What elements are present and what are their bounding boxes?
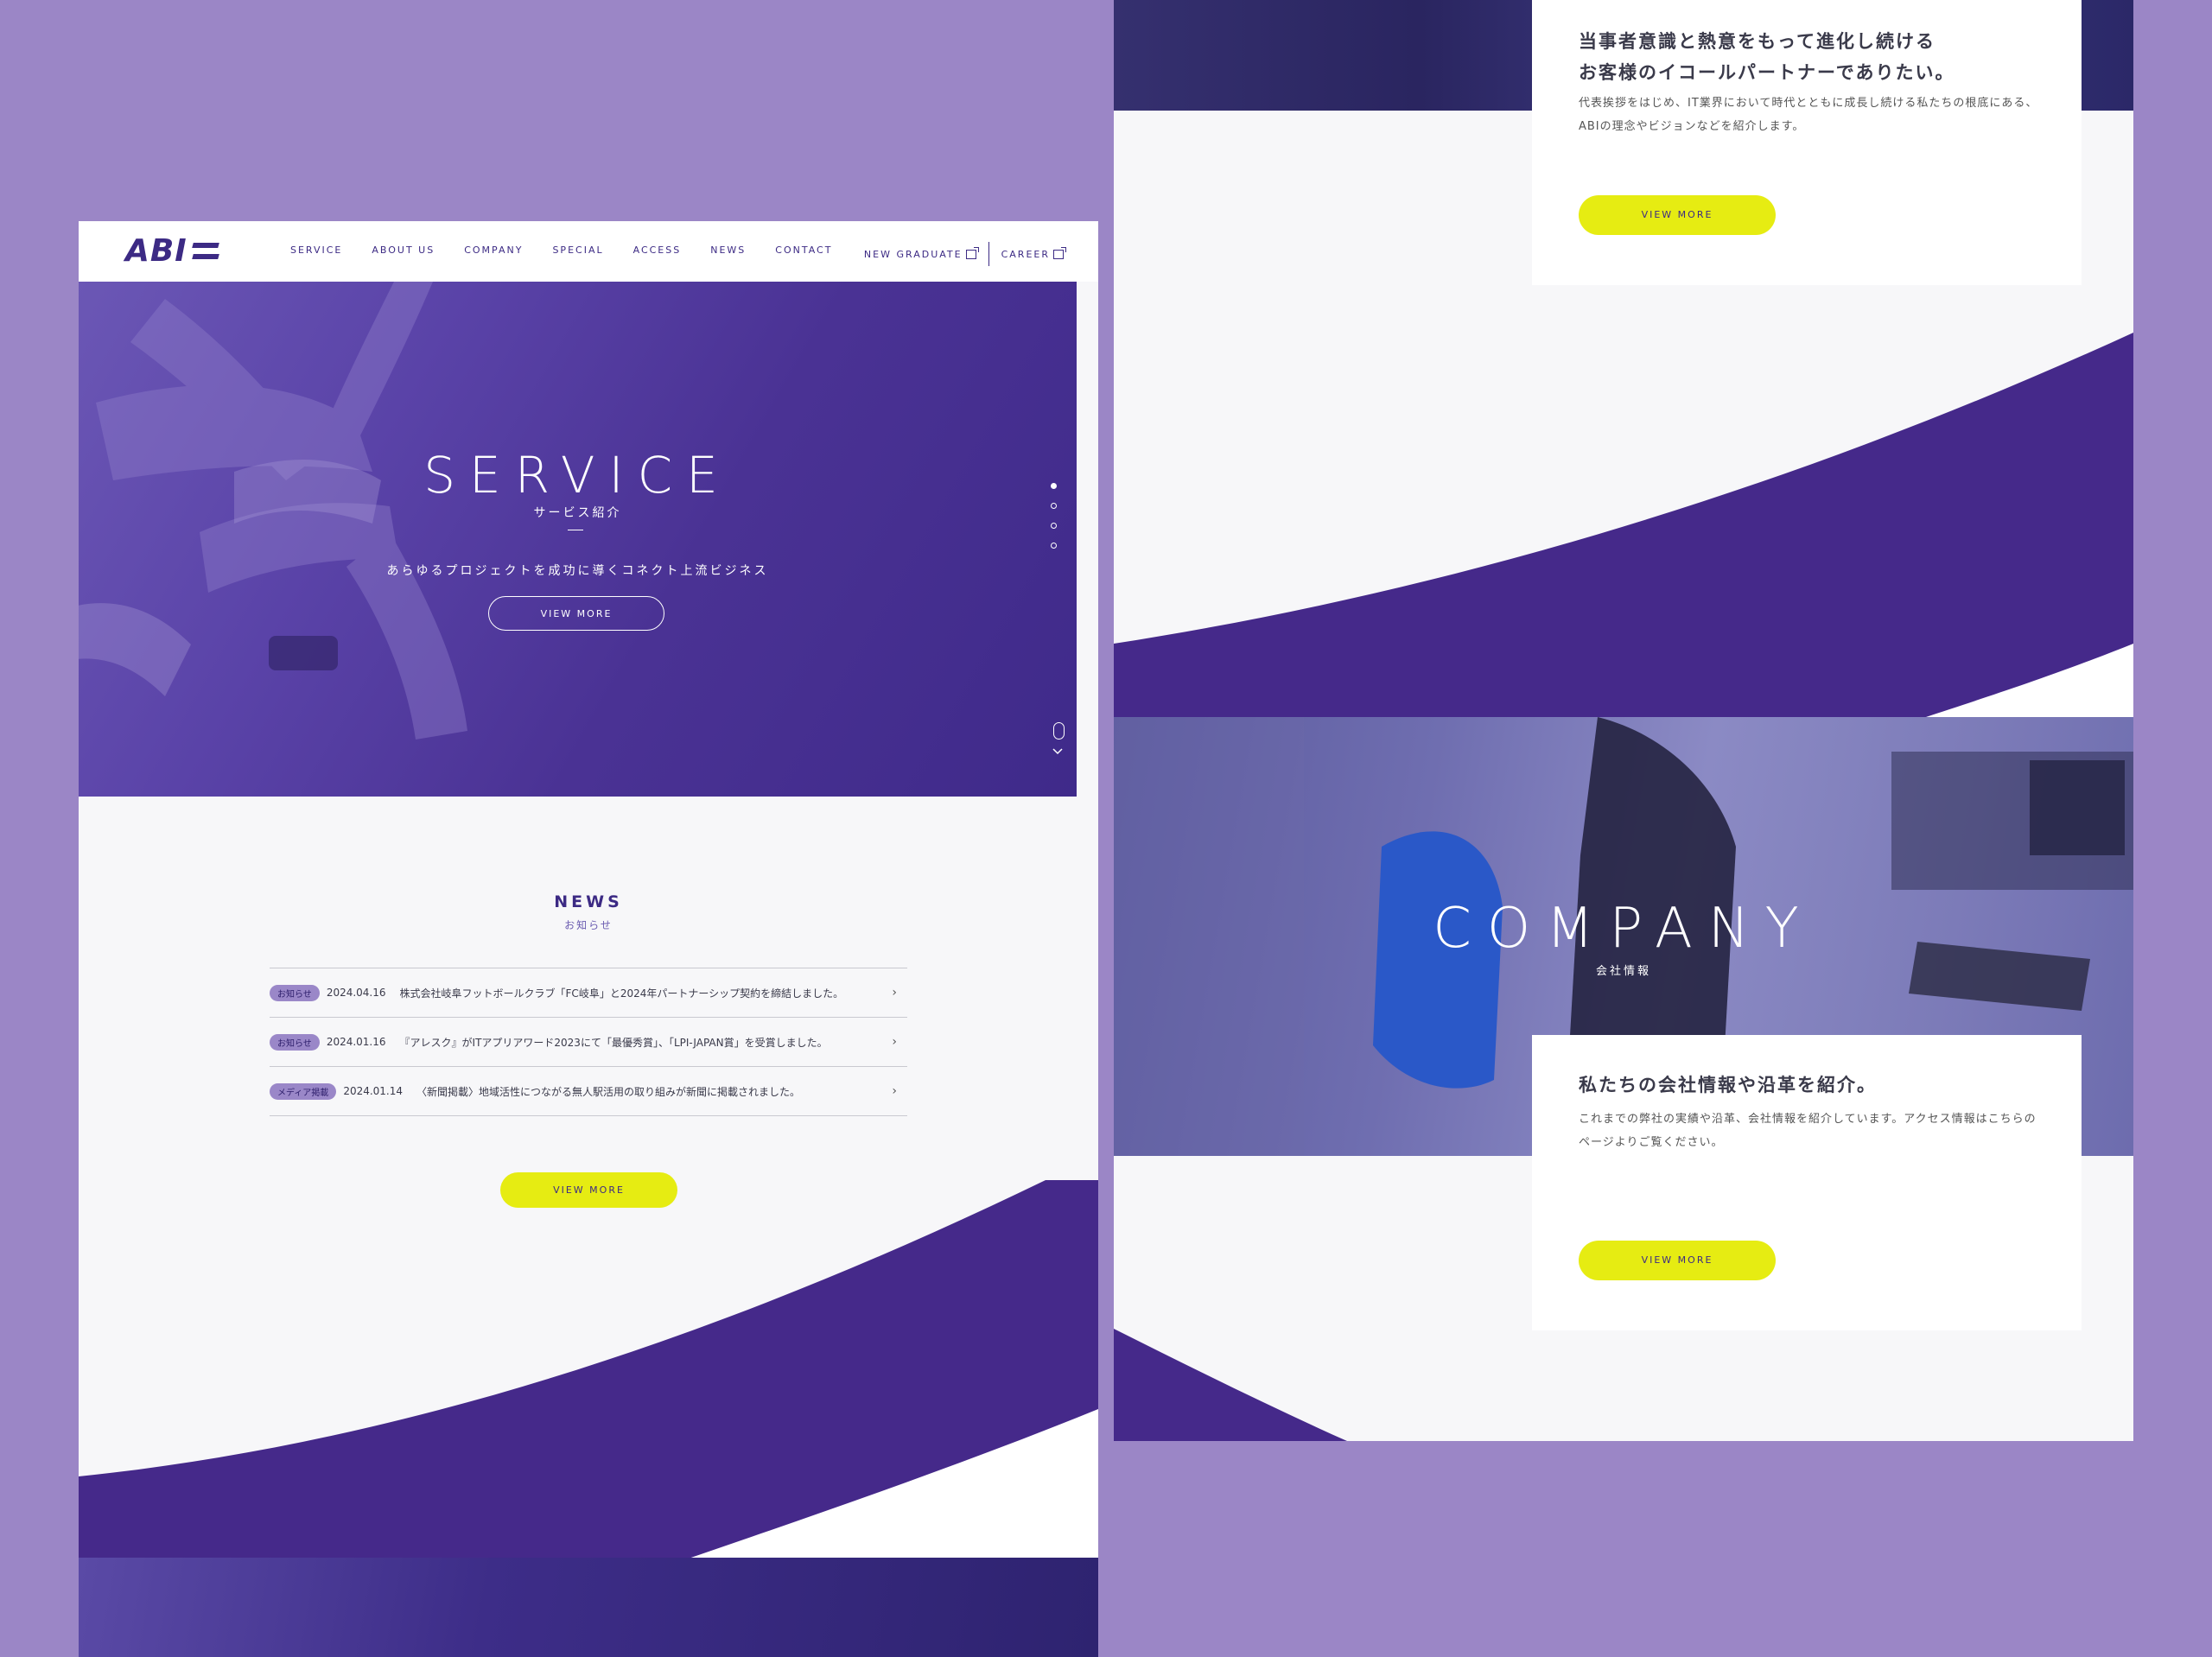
company-title: COMPANY xyxy=(1433,897,1815,961)
slider-pagination xyxy=(1051,483,1057,562)
company-view-more-button[interactable]: VIEW MORE xyxy=(1579,1241,1776,1280)
news-text: 株式会社岐阜フットボールクラブ「FC岐阜」と2024年パートナーシップ契約を締結… xyxy=(399,987,844,1000)
left-page-panel: ABI SERVICE ABOUT US COMPANY SPECIAL ACC… xyxy=(79,221,1098,1657)
main-nav: SERVICE ABOUT US COMPANY SPECIAL ACCESS … xyxy=(290,244,861,256)
news-section-title: NEWS xyxy=(554,892,623,911)
slider-dot-4[interactable] xyxy=(1051,543,1057,549)
hero-title: SERVICE xyxy=(423,446,732,505)
news-date: 2024.04.16 xyxy=(326,987,386,999)
company-subtitle: 会社情報 xyxy=(1595,965,1651,978)
news-date: 2024.01.16 xyxy=(326,1036,386,1048)
stacked-hands-image xyxy=(79,282,467,740)
category-badge: お知らせ xyxy=(270,984,320,1001)
about-heading-line1: 当事者意識と熱意をもって進化し続ける xyxy=(1579,31,1936,52)
nav-news[interactable]: NEWS xyxy=(710,244,746,256)
nav-special[interactable]: SPECIAL xyxy=(552,244,603,256)
logo[interactable]: ABI xyxy=(125,233,219,269)
news-text: 〈新聞掲載〉地域活性につながる無人駅活用の取り組みが新聞に掲載されました。 xyxy=(416,1085,801,1098)
external-link-icon xyxy=(965,246,979,259)
scroll-mouse-icon xyxy=(1053,722,1065,740)
company-card-heading: 私たちの会社情報や沿革を紹介。 xyxy=(1579,1075,1877,1095)
divider xyxy=(988,242,989,266)
slider-dot-3[interactable] xyxy=(1051,523,1057,529)
decorative-wave xyxy=(79,1180,1098,1560)
decorative-wave xyxy=(1114,333,2133,717)
hero-view-more-button[interactable]: VIEW MORE xyxy=(488,596,664,631)
career-label: CAREER xyxy=(1001,248,1050,260)
nav-access[interactable]: ACCESS xyxy=(633,244,682,256)
external-link-icon xyxy=(1053,246,1066,259)
news-item[interactable]: お知らせ 2024.04.16 株式会社岐阜フットボールクラブ「FC岐阜」と20… xyxy=(270,968,907,1018)
about-view-more-button[interactable]: VIEW MORE xyxy=(1579,195,1776,235)
nav-company[interactable]: COMPANY xyxy=(464,244,523,256)
category-badge: メディア掲載 xyxy=(270,1082,337,1100)
logo-mark-icon xyxy=(191,241,219,262)
about-heading: 当事者意識と熱意をもって進化し続ける お客様のイコールパートナーでありたい。 xyxy=(1579,26,1955,88)
logo-text: ABI xyxy=(125,233,188,269)
news-list: お知らせ 2024.04.16 株式会社岐阜フットボールクラブ「FC岐阜」と20… xyxy=(270,968,907,1116)
about-heading-line2: お客様のイコールパートナーでありたい。 xyxy=(1579,62,1955,83)
hero-tagline: あらゆるプロジェクトを成功に導くコネクト上流ビジネス xyxy=(386,564,769,578)
section-photo-strip xyxy=(79,1558,1098,1657)
decorative-wave xyxy=(1114,1329,1347,1441)
company-card-body: これまでの弊社の実績や沿革、会社情報を紹介しています。アクセス情報はこちらのペー… xyxy=(1579,1113,2037,1149)
nav-about-us[interactable]: ABOUT US xyxy=(372,244,435,256)
new-graduate-link[interactable]: NEW GRADUATE xyxy=(863,246,979,260)
slider-dot-2[interactable] xyxy=(1051,503,1057,509)
news-date: 2024.01.14 xyxy=(343,1085,404,1097)
news-item[interactable]: メディア掲載 2024.01.14 〈新聞掲載〉地域活性につながる無人駅活用の取… xyxy=(270,1067,907,1116)
right-page-panel: 当事者意識と熱意をもって進化し続ける お客様のイコールパートナーでありたい。 代… xyxy=(1114,0,2133,1441)
category-badge: お知らせ xyxy=(270,1033,320,1051)
news-item[interactable]: お知らせ 2024.01.16 『アレスク』がITアプリアワード2023にて「最… xyxy=(270,1018,907,1067)
chevron-right-icon: › xyxy=(892,1035,897,1049)
hero-subtitle: サービス紹介 xyxy=(533,506,622,520)
news-section-subtitle: お知らせ xyxy=(564,919,613,931)
chevron-down-icon xyxy=(1052,748,1063,755)
news-text: 『アレスク』がITアプリアワード2023にて「最優秀賞」、「LPI-JAPAN賞… xyxy=(399,1036,828,1049)
chevron-right-icon: › xyxy=(892,1084,897,1098)
nav-service[interactable]: SERVICE xyxy=(290,244,342,256)
chevron-right-icon: › xyxy=(892,986,897,1000)
header-external-links: NEW GRADUATE CAREER xyxy=(863,242,1066,266)
about-body: 代表挨拶をはじめ、IT業界において時代とともに成長し続ける私たちの根底にある、A… xyxy=(1579,97,2038,133)
new-graduate-label: NEW GRADUATE xyxy=(863,248,963,260)
nav-contact[interactable]: CONTACT xyxy=(775,244,832,256)
hero-service: SERVICE サービス紹介 あらゆるプロジェクトを成功に導くコネクト上流ビジネ… xyxy=(79,282,1077,797)
site-header: ABI SERVICE ABOUT US COMPANY SPECIAL ACC… xyxy=(79,221,1098,282)
company-card: 私たちの会社情報や沿革を紹介。 これまでの弊社の実績や沿革、会社情報を紹介してい… xyxy=(1532,1035,2082,1330)
career-link[interactable]: CAREER xyxy=(1001,246,1066,260)
slider-dot-1[interactable] xyxy=(1051,483,1057,489)
about-card: 当事者意識と熱意をもって進化し続ける お客様のイコールパートナーでありたい。 代… xyxy=(1532,0,2082,285)
